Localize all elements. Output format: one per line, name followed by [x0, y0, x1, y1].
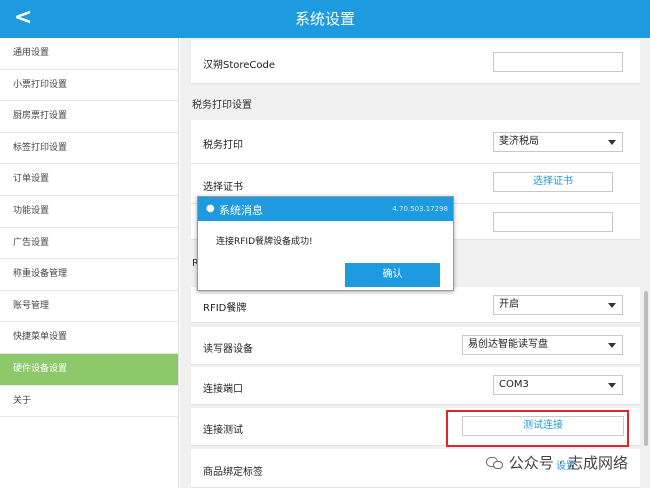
tax-section-title: 税务打印设置	[192, 100, 252, 111]
sidebar-item-general[interactable]: 通用设置	[0, 38, 178, 70]
highlight-box	[446, 410, 629, 447]
reader-device-label: 读写器设备	[203, 344, 253, 355]
sidebar-item-about[interactable]: 关于	[0, 386, 178, 418]
reader-device-row: 读写器设备 易创达智能读写盘	[191, 327, 640, 365]
rfid-tray-label: RFID餐牌	[203, 303, 247, 314]
reader-device-select[interactable]: 易创达智能读写盘	[462, 335, 623, 355]
confirm-button[interactable]: 确认	[345, 263, 440, 287]
dropdown-caret-icon	[608, 383, 616, 388]
page-title: 系统设置	[294, 10, 355, 28]
port-value: COM3	[499, 379, 529, 390]
port-select[interactable]: COM3	[493, 375, 623, 395]
sidebar-item-shortcut-menu[interactable]: 快捷菜单设置	[0, 322, 178, 354]
bind-tag-label: 商品绑定标签	[203, 467, 263, 478]
store-code-input[interactable]	[493, 52, 623, 72]
scrollbar[interactable]	[644, 291, 648, 446]
dialog-header: ● 系统消息 4.70.503.17298	[198, 197, 453, 221]
sidebar-item-label-print[interactable]: 标签打印设置	[0, 133, 178, 165]
port-label: 连接端口	[203, 384, 243, 395]
sidebar-item-accounts[interactable]: 账号管理	[0, 291, 178, 323]
tax-print-select[interactable]: 斐济税局	[493, 132, 623, 152]
dropdown-caret-icon	[608, 303, 616, 308]
watermark: 公众号 · 志成网络	[485, 452, 628, 473]
sidebar-item-kitchen-print[interactable]: 厨房票打设置	[0, 101, 178, 133]
rfid-tray-row: RFID餐牌 开启	[191, 287, 640, 323]
store-code-label: 汉朔StoreCode	[203, 60, 276, 71]
tax-print-label: 税务打印	[203, 140, 243, 151]
store-code-row: 汉朔StoreCode	[191, 40, 640, 84]
sidebar-item-features[interactable]: 功能设置	[0, 196, 178, 228]
top-bar: < 系统设置	[0, 0, 650, 38]
tax-print-row: 税务打印 斐济税局	[191, 120, 640, 164]
sidebar-item-ads[interactable]: 广告设置	[0, 228, 178, 260]
connection-test-label: 连接测试	[203, 425, 243, 436]
port-row: 连接端口 COM3	[191, 367, 640, 405]
sidebar-item-scale[interactable]: 称重设备管理	[0, 259, 178, 291]
tax-print-value: 斐济税局	[499, 136, 539, 147]
sidebar-item-order[interactable]: 订单设置	[0, 164, 178, 196]
certificate-label: 选择证书	[203, 182, 243, 193]
rfid-tray-value: 开启	[499, 299, 519, 310]
dialog-title: 系统消息	[219, 204, 263, 217]
system-message-dialog: ● 系统消息 4.70.503.17298 连接RFID餐牌设备成功! 确认	[197, 196, 454, 291]
dropdown-caret-icon	[608, 343, 616, 348]
dialog-message: 连接RFID餐牌设备成功!	[216, 237, 313, 247]
tax-extra-input[interactable]	[493, 212, 613, 232]
reader-device-value: 易创达智能读写盘	[468, 339, 548, 350]
rfid-tray-select[interactable]: 开启	[493, 295, 623, 315]
sidebar-item-hardware[interactable]: 硬件设备设置	[0, 353, 178, 386]
sidebar-item-receipt-print[interactable]: 小票打印设置	[0, 70, 178, 102]
select-certificate-button[interactable]: 选择证书	[493, 172, 613, 192]
wechat-icon	[485, 455, 504, 471]
watermark-text: 公众号 · 志成网络	[508, 454, 628, 472]
bullet-icon: ●	[206, 203, 215, 214]
dropdown-caret-icon	[608, 140, 616, 145]
version-label: 4.70.503.17298	[392, 205, 448, 213]
sidebar: 通用设置 小票打印设置 厨房票打设置 标签打印设置 订单设置 功能设置 广告设置…	[0, 38, 179, 488]
